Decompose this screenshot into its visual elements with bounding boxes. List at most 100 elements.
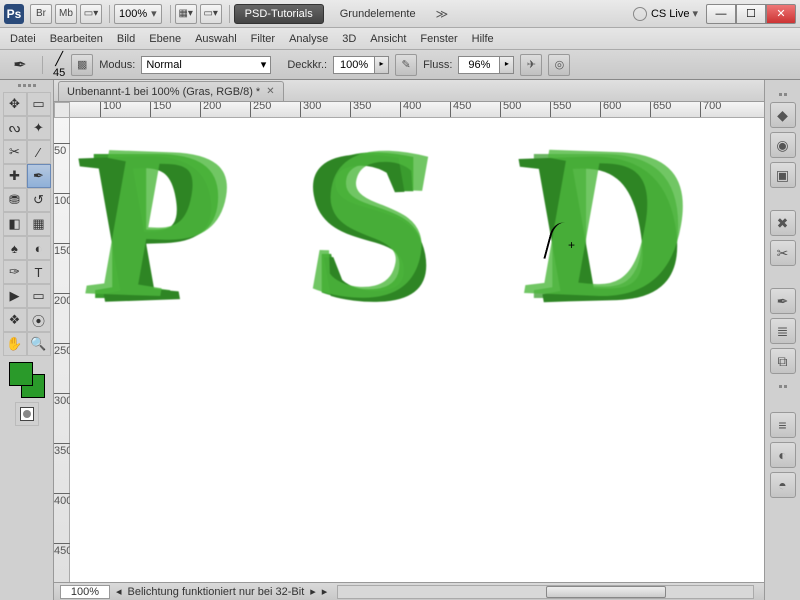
ruler-tick: 100 — [100, 102, 121, 118]
foreground-color[interactable] — [9, 362, 33, 386]
brush-panel-icon[interactable]: ✒ — [770, 288, 796, 314]
document-status-bar: 100% ◂ Belichtung funktioniert nur bei 3… — [54, 582, 764, 600]
gradient-tool[interactable]: ▦ — [27, 212, 51, 236]
3d-tool[interactable]: ❖ — [3, 308, 27, 332]
ruler-horizontal[interactable]: 100150200250300350400450500550600650700 — [70, 102, 764, 118]
screenmode-button[interactable]: ▭▾ — [200, 4, 222, 24]
blur-tool[interactable]: ♠ — [3, 236, 27, 260]
flow-stepper[interactable]: ▸ — [500, 56, 514, 74]
right-panel-dock: ◆ ◉ ▣ ✖ ✂ ✒ ≣ ⧉ ≡ ◐ ◓ — [764, 80, 800, 600]
wand-tool[interactable]: ✦ — [27, 116, 51, 140]
history-brush-tool[interactable]: ↺ — [27, 188, 51, 212]
close-button[interactable]: ✕ — [766, 4, 796, 24]
dock-collapse-icon[interactable] — [770, 382, 796, 390]
flow-input[interactable]: 96% — [458, 56, 500, 74]
tool-preset-icon[interactable]: ✒ — [8, 53, 32, 77]
pen-tool[interactable]: ✑ — [3, 260, 27, 284]
artwork-letter-p: P — [90, 118, 224, 351]
menu-auswahl[interactable]: Auswahl — [195, 33, 237, 45]
brush-tool[interactable]: ✒ — [27, 164, 51, 188]
status-arrow-right[interactable]: ▸ — [310, 585, 316, 598]
opacity-input[interactable]: 100% — [333, 56, 375, 74]
quickmask-button[interactable] — [15, 402, 39, 426]
zoom-select[interactable]: 100% — [114, 4, 162, 24]
horizontal-scrollbar[interactable] — [337, 585, 754, 599]
healing-tool[interactable]: ✚ — [3, 164, 27, 188]
scrollbar-thumb[interactable] — [546, 586, 666, 598]
path-select-tool[interactable]: ▶ — [3, 284, 27, 308]
brush-panel-toggle[interactable]: ▩ — [71, 54, 93, 76]
menu-ebene[interactable]: Ebene — [149, 33, 181, 45]
workspace-primary[interactable]: PSD-Tutorials — [234, 4, 324, 24]
minibridge-button[interactable]: Mb — [55, 4, 77, 24]
masks-panel-icon[interactable]: ✂ — [770, 240, 796, 266]
type-tool[interactable]: T — [27, 260, 51, 284]
ruler-vertical[interactable]: 50100150200250300350400450 — [54, 118, 70, 582]
dock-grip[interactable] — [770, 90, 796, 98]
canvas-viewport[interactable]: P S D + — [70, 118, 764, 582]
lasso-tool[interactable]: ᔓ — [3, 116, 27, 140]
status-zoom-input[interactable]: 100% — [60, 585, 110, 599]
menu-ansicht[interactable]: Ansicht — [370, 33, 406, 45]
menu-datei[interactable]: Datei — [10, 33, 36, 45]
ruler-tick: 450 — [450, 102, 471, 118]
bridge-button[interactable]: Br — [30, 4, 52, 24]
stamp-tool[interactable]: ⛃ — [3, 188, 27, 212]
ruler-tick: 350 — [54, 443, 70, 457]
brushpresets-panel-icon[interactable]: ≣ — [770, 318, 796, 344]
color-swatches[interactable] — [9, 362, 45, 398]
app-icon: Ps — [4, 4, 24, 24]
marquee-tool[interactable]: ▭ — [27, 92, 51, 116]
ruler-tick: 550 — [550, 102, 571, 118]
eyedropper-tool[interactable]: ⁄ — [27, 140, 51, 164]
arrange-button[interactable]: ▦▾ — [175, 4, 197, 24]
minimize-button[interactable]: — — [706, 4, 736, 24]
styles-panel-icon[interactable]: ▣ — [770, 162, 796, 188]
blend-mode-value: Normal — [146, 59, 181, 71]
workspace-more[interactable]: ≫ — [436, 7, 449, 21]
zoom-tool[interactable]: 🔍 — [27, 332, 51, 356]
menu-3d[interactable]: 3D — [342, 33, 356, 45]
adjustments-panel-icon[interactable]: ✖ — [770, 210, 796, 236]
move-tool[interactable]: ✥ — [3, 92, 27, 116]
3d-camera-tool[interactable]: ⦿ — [27, 308, 51, 332]
airbrush-button[interactable]: ✈ — [520, 54, 542, 76]
eraser-tool[interactable]: ◧ — [3, 212, 27, 236]
dodge-tool[interactable]: ◐ — [27, 236, 51, 260]
status-text: Belichtung funktioniert nur bei 32-Bit — [128, 586, 305, 598]
status-menu[interactable]: ▸ — [322, 585, 328, 598]
workspace-secondary[interactable]: Grundelemente — [330, 4, 426, 24]
menu-filter[interactable]: Filter — [251, 33, 275, 45]
tablet-size-button[interactable]: ◎ — [548, 54, 570, 76]
shape-tool[interactable]: ▭ — [27, 284, 51, 308]
layers-panel-icon[interactable]: ≡ — [770, 412, 796, 438]
crop-tool[interactable]: ✂ — [3, 140, 27, 164]
menu-bearbeiten[interactable]: Bearbeiten — [50, 33, 103, 45]
hand-tool[interactable]: ✋ — [3, 332, 27, 356]
tablet-opacity-button[interactable]: ✎ — [395, 54, 417, 76]
document-tab-bar: Unbenannt-1 bei 100% (Gras, RGB/8) * ✕ — [54, 80, 764, 102]
menu-fenster[interactable]: Fenster — [420, 33, 457, 45]
channels-panel-icon[interactable]: ◐ — [770, 442, 796, 468]
paths-panel-icon[interactable]: ◓ — [770, 472, 796, 498]
menu-bild[interactable]: Bild — [117, 33, 135, 45]
ruler-origin[interactable] — [54, 102, 70, 118]
view-extras-button[interactable]: ▭▾ — [80, 4, 102, 24]
clone-panel-icon[interactable]: ⧉ — [770, 348, 796, 374]
cslive[interactable]: CS Live ▾ — [633, 7, 698, 21]
menu-hilfe[interactable]: Hilfe — [472, 33, 494, 45]
opacity-stepper[interactable]: ▸ — [375, 56, 389, 74]
close-tab-icon[interactable]: ✕ — [266, 86, 274, 97]
brush-preset-picker[interactable]: ╱ 45 — [53, 51, 65, 79]
ruler-tick: 50 — [54, 143, 70, 157]
swatches-panel-icon[interactable]: ◉ — [770, 132, 796, 158]
color-panel-icon[interactable]: ◆ — [770, 102, 796, 128]
blend-mode-select[interactable]: Normal▾ — [141, 56, 271, 74]
brush-size-label: 45 — [53, 67, 65, 79]
maximize-button[interactable]: ☐ — [736, 4, 766, 24]
panel-grip[interactable] — [6, 84, 48, 90]
document-tab[interactable]: Unbenannt-1 bei 100% (Gras, RGB/8) * ✕ — [58, 81, 284, 101]
canvas[interactable]: P S D + — [70, 118, 764, 582]
status-arrow-left[interactable]: ◂ — [116, 585, 122, 598]
menu-analyse[interactable]: Analyse — [289, 33, 328, 45]
